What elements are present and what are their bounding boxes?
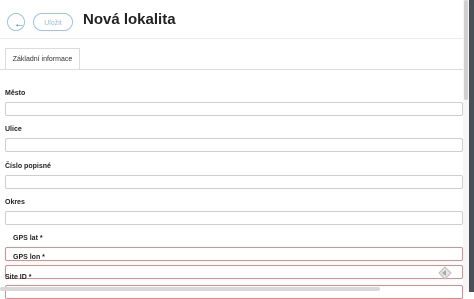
gps-lon-label: GPS lon * (13, 254, 45, 261)
gps-lat-label: GPS lat * (13, 235, 43, 242)
okres-label: Okres (5, 199, 25, 206)
tab-zakladni-informace[interactable]: Základní informace (5, 48, 80, 70)
diamond-nav-icon[interactable] (438, 266, 452, 280)
window-edge (469, 0, 474, 292)
gps-lat-input[interactable] (5, 247, 463, 261)
arrow-left-icon: ← (14, 18, 25, 30)
horizontal-scrollbar[interactable] (0, 287, 380, 291)
ulice-label: Ulice (5, 126, 22, 133)
page-title: Nová lokalita (83, 11, 176, 28)
mesto-label: Město (5, 90, 26, 97)
back-button[interactable]: ← (7, 13, 25, 31)
vertical-scrollbar-thumb[interactable] (464, 0, 468, 100)
site-id-label: Site ID * (5, 274, 32, 281)
header-divider (0, 38, 463, 39)
okres-input[interactable] (5, 211, 463, 225)
gps-lon-input[interactable] (5, 265, 463, 279)
save-button[interactable]: Uložit (33, 13, 73, 31)
tab-divider (0, 69, 463, 70)
cislo-popisne-input[interactable] (5, 175, 463, 189)
cislo-popisne-label: Číslo popisné (5, 163, 51, 170)
mesto-input[interactable] (5, 102, 463, 116)
ulice-input[interactable] (5, 138, 463, 152)
